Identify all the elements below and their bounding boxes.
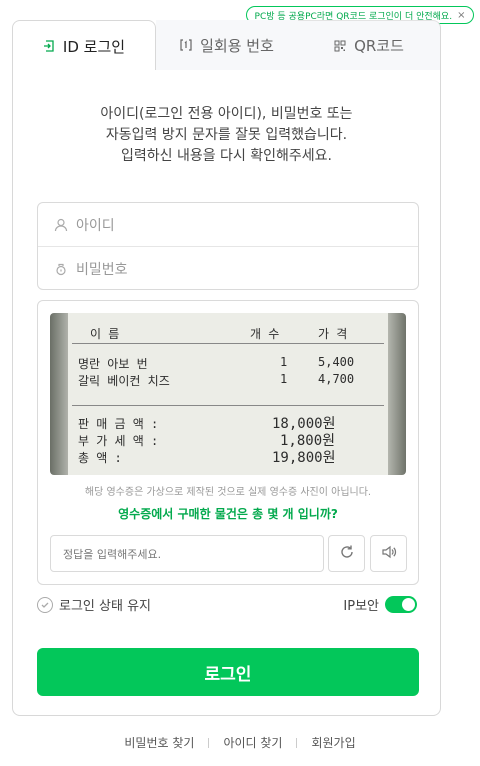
receipt-divider-bottom <box>72 405 384 406</box>
tab-id-login[interactable]: ID 로그인 <box>12 20 156 71</box>
credential-inputs: 아이디 비밀번호 <box>37 202 419 290</box>
tooltip-close-icon[interactable]: × <box>457 10 465 21</box>
footer-links: 비밀번호 찾기 아이디 찾기 회원가입 <box>0 734 480 751</box>
check-icon <box>37 596 53 613</box>
error-message: 아이디(로그인 전용 아이디), 비밀번호 또는 자동입력 방지 문자를 잘못 … <box>13 104 440 167</box>
receipt-image: 이 름 개 수 가 격 명란 아보 번 1 5,400 갈릭 베이컨 치즈 1 … <box>50 313 406 475</box>
refresh-icon <box>339 544 355 564</box>
receipt-vat-label: 부 가 세 액 : <box>78 434 159 448</box>
id-login-icon <box>43 40 55 52</box>
receipt-divider-top <box>72 343 384 344</box>
login-tabs: ID 로그인 일회용 번호 QR코드 <box>12 20 441 71</box>
receipt-sale-label: 판 매 금 액 : <box>78 417 159 431</box>
error-line-3: 입력하신 내용을 다시 확인해주세요. <box>121 148 332 164</box>
receipt-header-name: 이 름 <box>90 327 120 341</box>
receipt-item-qty: 1 <box>280 372 288 386</box>
receipt-item-name: 갈릭 베이컨 치즈 <box>78 374 170 388</box>
error-line-1: 아이디(로그인 전용 아이디), 비밀번호 또는 <box>100 106 353 122</box>
receipt-total-value: 19,800원 <box>272 450 336 466</box>
captcha-answer-input[interactable]: 정답을 입력해주세요. <box>50 535 324 572</box>
receipt-header-qty: 개 수 <box>250 327 280 341</box>
id-placeholder: 아이디 <box>76 217 115 234</box>
keep-login-checkbox[interactable]: 로그인 상태 유지 <box>37 595 151 614</box>
toggle-knob <box>402 598 415 611</box>
find-password-link[interactable]: 비밀번호 찾기 <box>124 734 194 751</box>
receipt-item-qty: 1 <box>280 355 288 369</box>
captcha-question: 영수증에서 구매한 물건은 총 몇 개 입니까? <box>118 507 338 521</box>
tab-id-login-label: ID 로그인 <box>62 37 126 56</box>
ip-security-toggle-group: IP보안 <box>343 595 417 614</box>
speaker-icon <box>381 544 397 564</box>
user-icon <box>54 218 70 232</box>
login-button[interactable]: 로그인 <box>37 648 419 696</box>
password-field[interactable]: 비밀번호 <box>38 246 418 290</box>
ip-security-label: IP보안 <box>343 599 379 614</box>
error-line-2: 자동입력 방지 문자를 잘못 입력했습니다. <box>105 127 348 143</box>
tab-onetime-number[interactable]: 일회용 번호 <box>156 20 298 71</box>
tab-qr-code[interactable]: QR코드 <box>298 20 441 71</box>
id-field[interactable]: 아이디 <box>38 203 418 246</box>
footer-divider <box>208 737 210 748</box>
tab-onetime-number-label: 일회용 번호 <box>200 36 274 55</box>
receipt-item-price: 5,400 <box>318 355 355 369</box>
receipt-item-price: 4,700 <box>318 372 355 386</box>
login-form-card: 아이디(로그인 전용 아이디), 비밀번호 또는 자동입력 방지 문자를 잘못 … <box>12 70 441 716</box>
receipt-header-price: 가 격 <box>318 327 348 341</box>
ip-security-toggle[interactable] <box>385 596 417 613</box>
onetime-number-icon <box>180 39 192 51</box>
captcha-notice: 해당 영수증은 가상으로 제작된 것으로 실제 영수증 사진이 아닙니다. <box>84 487 372 498</box>
captcha-box: 이 름 개 수 가 격 명란 아보 번 1 5,400 갈릭 베이컨 치즈 1 … <box>37 300 419 585</box>
keep-login-label: 로그인 상태 유지 <box>59 599 151 614</box>
captcha-answer-placeholder: 정답을 입력해주세요. <box>63 547 162 561</box>
refresh-captcha-button[interactable] <box>328 535 365 572</box>
qr-code-icon <box>334 40 346 52</box>
signup-link[interactable]: 회원가입 <box>311 734 355 751</box>
receipt-total-label: 총 액 : <box>78 451 122 465</box>
audio-captcha-button[interactable] <box>370 535 407 572</box>
footer-divider <box>296 737 298 748</box>
password-placeholder: 비밀번호 <box>76 261 128 278</box>
login-panel: ID 로그인 일회용 번호 QR코드 아이디(로그인 전용 아이디), 비밀번호… <box>12 20 441 716</box>
find-id-link[interactable]: 아이디 찾기 <box>223 734 282 751</box>
tab-qr-code-label: QR코드 <box>354 37 404 55</box>
receipt-item-name: 명란 아보 번 <box>78 357 148 371</box>
lock-icon <box>54 262 70 276</box>
